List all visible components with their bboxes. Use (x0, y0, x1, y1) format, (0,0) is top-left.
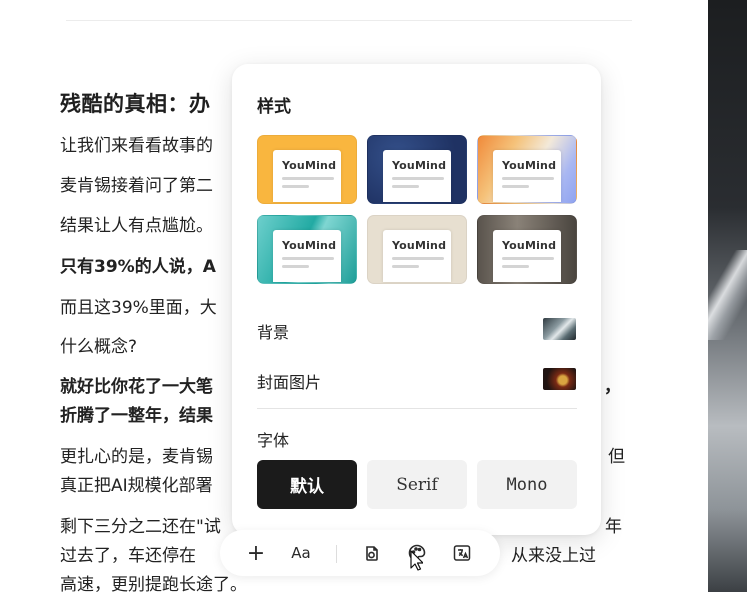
theme-yellow[interactable]: YouMind (257, 135, 357, 204)
theme-charcoal[interactable]: YouMind (477, 215, 577, 284)
paragraph-line: 真正把AI规模化部署 (60, 476, 213, 496)
background-label: 背景 (257, 323, 290, 342)
theme-brand-label: YouMind (502, 159, 557, 172)
mouse-pointer-icon (410, 550, 423, 571)
font-default-button[interactable]: 默认 (257, 460, 357, 509)
paragraph-line: 高速，更别提跑长途了。 (60, 575, 247, 592)
paragraph-fragment: ， (604, 377, 621, 397)
translate-icon[interactable] (451, 542, 473, 564)
paragraph-line: 过去了，车还停在 (60, 546, 196, 566)
theme-brand-label: YouMind (282, 159, 337, 172)
paragraph-fragment: 从来没上过 (511, 546, 596, 566)
paragraph-line: 更扎心的是，麦肯锡 (60, 447, 213, 467)
panel-divider (257, 408, 577, 409)
paragraph-line: 只有39%的人说，A (60, 257, 216, 277)
plus-icon[interactable]: + (245, 541, 267, 566)
paragraph-fragment: 但 (608, 447, 625, 467)
theme-gradient[interactable]: YouMind (477, 135, 577, 204)
theme-paper[interactable]: YouMind (367, 215, 467, 284)
paragraph-line: 让我们来看看故事的 (60, 136, 213, 156)
panel-title: 样式 (257, 97, 291, 117)
paragraph-line: 什么概念? (60, 337, 138, 357)
paragraph-line: 剩下三分之二还在"试 (60, 517, 221, 537)
font-serif-button[interactable]: Serif (367, 460, 467, 509)
paragraph-line: 结果让人有点尴尬。 (60, 216, 213, 236)
cover-image-thumbnail[interactable] (543, 368, 576, 390)
audio-icon[interactable] (361, 542, 383, 564)
paragraph-fragment: 年 (605, 517, 622, 537)
text-size-icon[interactable]: Aa (290, 542, 312, 564)
background-thumbnail[interactable] (543, 318, 576, 340)
bottom-toolbar: + Aa (220, 530, 500, 576)
top-divider (66, 20, 632, 21)
theme-teal[interactable]: YouMind (257, 215, 357, 284)
theme-brand-label: YouMind (392, 239, 447, 252)
toolbar-separator (336, 545, 337, 563)
cover-image-label: 封面图片 (257, 373, 322, 392)
theme-brand-label: YouMind (392, 159, 447, 172)
paragraph-line: 麦肯锡接着问了第二 (60, 176, 213, 196)
theme-brand-label: YouMind (282, 239, 337, 252)
side-photo (708, 0, 747, 592)
style-panel: 样式 YouMind YouMind YouMind YouMind YouMi… (232, 64, 601, 535)
theme-navy[interactable]: YouMind (367, 135, 467, 204)
theme-brand-label: YouMind (502, 239, 557, 252)
font-mono-button[interactable]: Mono (477, 460, 577, 509)
font-label: 字体 (257, 431, 290, 450)
paragraph-line: 折腾了一整年，结果 (60, 406, 213, 426)
section-heading: 残酷的真相：办 (60, 92, 211, 116)
paragraph-line: 而且这39%里面，大 (60, 298, 217, 318)
paragraph-line: 就好比你花了一大笔 (60, 377, 213, 397)
